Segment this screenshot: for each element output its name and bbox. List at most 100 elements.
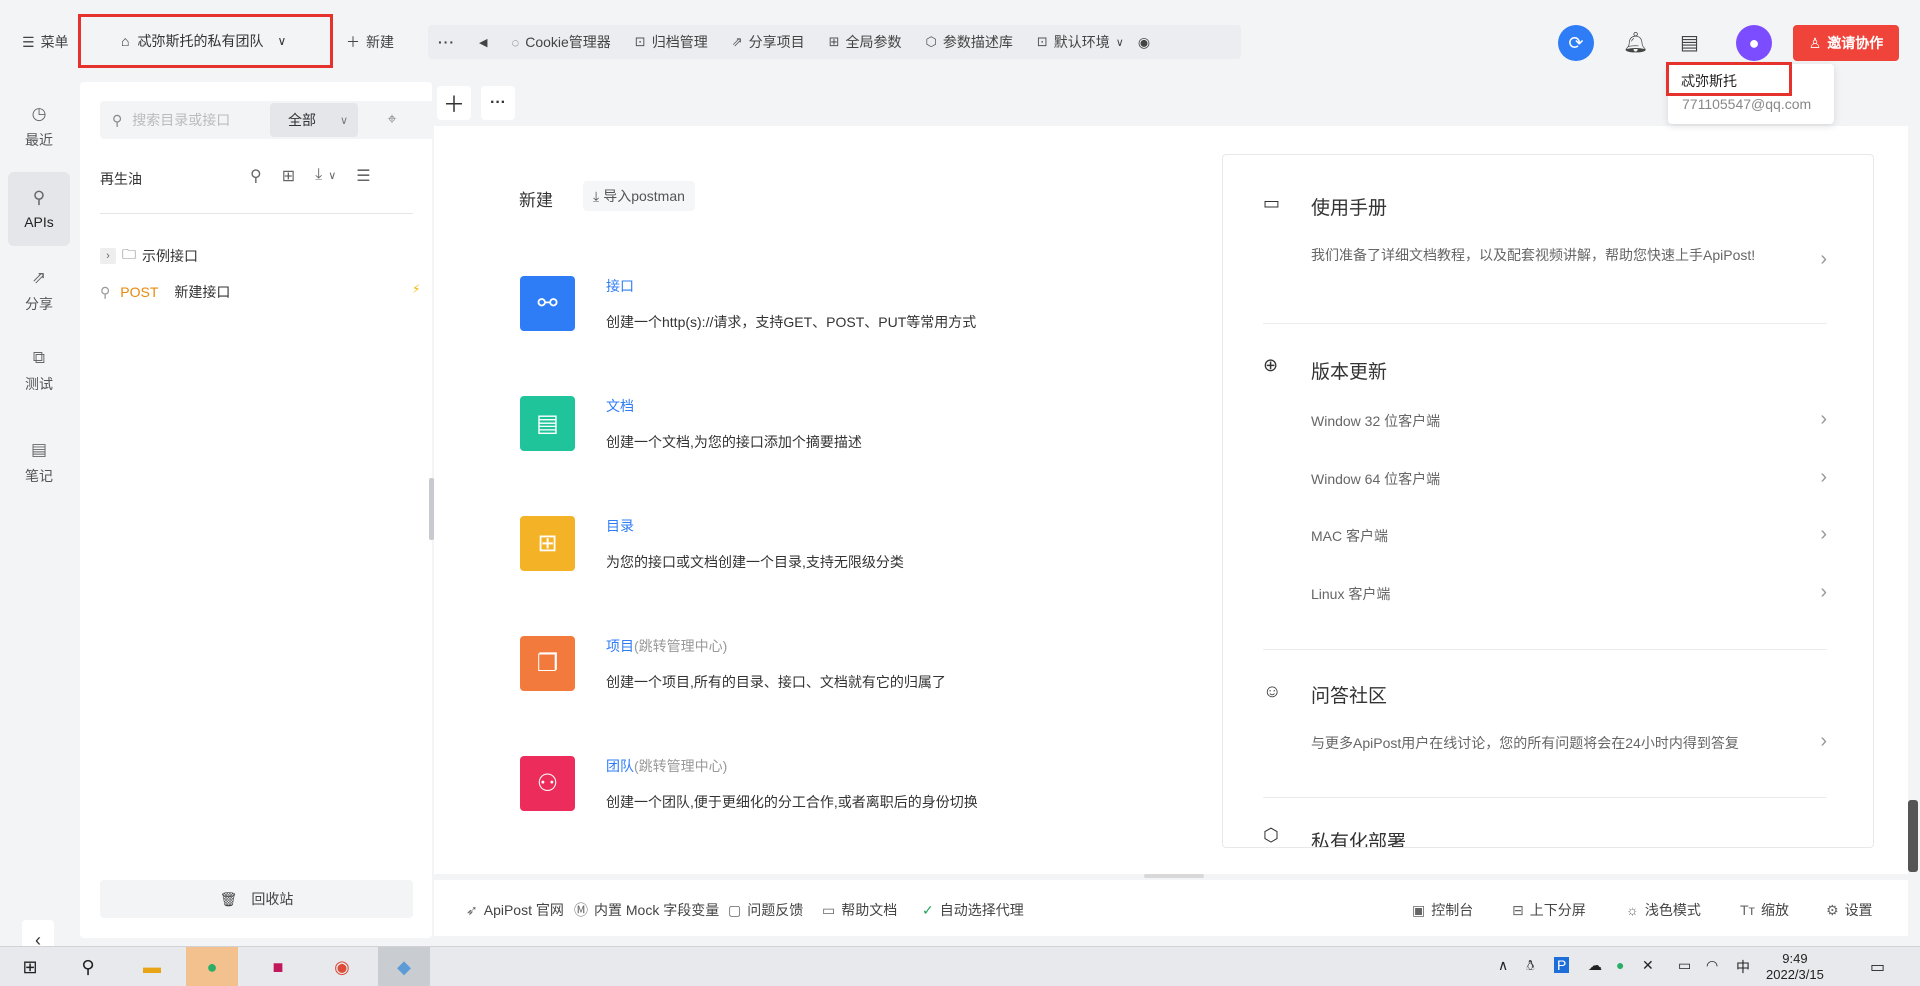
- toolbar-label: 默认环境: [1053, 34, 1110, 50]
- footer-label: 上下分屏: [1529, 902, 1586, 918]
- create-desc: 创建一个文档,为您的接口添加个摘要描述: [606, 434, 862, 450]
- footer-split[interactable]: ⊟ 上下分屏: [1512, 900, 1586, 920]
- tree-api-item[interactable]: ⚲ POST 新建接口 ⚡︎: [100, 282, 420, 302]
- toolbar-param-library[interactable]: ⬡ 参数描述库: [926, 32, 1013, 52]
- chevron-right-icon: ›: [1820, 730, 1827, 752]
- update-row[interactable]: Window 64 位客户端 ›: [1311, 467, 1827, 489]
- toolbar-share[interactable]: ⇗ 分享项目: [732, 32, 805, 52]
- notification-icon[interactable]: ▭: [1870, 957, 1885, 977]
- mute-icon[interactable]: ✕: [1642, 957, 1654, 974]
- intellij-icon[interactable]: ■: [252, 947, 304, 986]
- p-app-icon[interactable]: P: [1554, 957, 1570, 973]
- update-row[interactable]: Linux 客户端 ›: [1311, 582, 1827, 604]
- manual-row[interactable]: 我们准备了详细文档教程，以及配套视频讲解，帮助您快速上手ApiPost! ›: [1311, 247, 1827, 287]
- new-api-icon[interactable]: ⚲: [250, 166, 262, 186]
- wechat-icon[interactable]: ●: [186, 947, 238, 986]
- menu-label: 菜单: [40, 34, 69, 50]
- footer-website[interactable]: ➶ ApiPost 官网: [466, 900, 564, 920]
- chevron-right-icon[interactable]: ›: [100, 248, 116, 264]
- footer-label: 自动选择代理: [939, 902, 1024, 918]
- ime-indicator[interactable]: 中: [1736, 957, 1750, 977]
- team-selector[interactable]: ⌂ 忒弥斯托的私有团队 ∨: [78, 14, 333, 68]
- clock-date: 2022/3/15: [1766, 967, 1824, 982]
- file-explorer-icon[interactable]: ▬: [126, 947, 178, 986]
- notes-icon[interactable]: ▤: [1680, 30, 1699, 55]
- create-team-item[interactable]: ⚇ 团队(跳转管理中心) 创建一个团队,便于更细化的分工合作,或者离职后的身份切…: [520, 756, 1040, 816]
- footer-feedback[interactable]: ▢ 问题反馈: [728, 900, 803, 920]
- cloud-icon[interactable]: ☁︎: [1588, 957, 1602, 974]
- footer-console[interactable]: ▣ 控制台: [1412, 900, 1473, 920]
- scope-select[interactable]: 全部 ∨: [270, 103, 358, 137]
- cookie-icon: ◌: [511, 34, 520, 50]
- tab-more-button[interactable]: ···: [481, 86, 515, 120]
- footer-mock[interactable]: Ⓜ 内置 Mock 字段变量: [574, 900, 719, 920]
- invite-button[interactable]: ♙ 邀请协作: [1793, 25, 1899, 61]
- scrollbar[interactable]: [1908, 800, 1918, 872]
- scope-value: 全部: [288, 112, 316, 128]
- environment-select[interactable]: ⊡ 默认环境 ∨: [1037, 32, 1124, 52]
- scroll-handle[interactable]: [1144, 874, 1204, 878]
- windows-start-icon[interactable]: ⊞: [4, 947, 56, 986]
- chrome-icon[interactable]: ◉: [316, 947, 368, 986]
- menu-button[interactable]: ☰ 菜单: [22, 32, 69, 52]
- clock[interactable]: 9:49 2022/3/15: [1766, 951, 1824, 983]
- recycle-bin-button[interactable]: 🗑︎ 回收站: [100, 880, 413, 918]
- footer-help[interactable]: ▭ 帮助文档: [822, 900, 897, 920]
- update-label: Linux 客户端: [1311, 586, 1391, 602]
- battery-icon[interactable]: ▭: [1678, 957, 1691, 974]
- create-folder-item[interactable]: ⊞ 目录 为您的接口或文档创建一个目录,支持无限级分类: [520, 516, 1040, 576]
- new-folder-icon[interactable]: ⊞: [282, 166, 295, 186]
- more-icon[interactable]: ···: [438, 34, 455, 50]
- nav-test[interactable]: ⧉ 测试: [8, 334, 70, 408]
- create-api-item[interactable]: ⚯ 接口 创建一个http(s)://请求，支持GET、POST、PUT等常用方…: [520, 276, 1040, 336]
- chevron-up-icon[interactable]: ∧: [1498, 957, 1508, 974]
- search-input[interactable]: [132, 112, 263, 128]
- bell-icon[interactable]: 🔔︎: [1623, 30, 1648, 55]
- nav-recent[interactable]: ◷ 最近: [8, 90, 70, 164]
- wechat-tray-icon[interactable]: ●: [1616, 957, 1624, 973]
- community-title: 问答社区: [1311, 686, 1388, 707]
- wifi-icon[interactable]: ◠: [1706, 957, 1718, 974]
- environment-icon: ⊡: [1036, 34, 1048, 49]
- footer-theme[interactable]: ☼ 浅色模式: [1626, 900, 1701, 920]
- eye-icon[interactable]: ◉: [1138, 34, 1150, 51]
- search-icon[interactable]: ⚲: [62, 947, 114, 986]
- footer-proxy[interactable]: ✓ 自动选择代理: [922, 900, 1024, 920]
- toolbar-cookie[interactable]: ◌ Cookie管理器: [511, 32, 610, 52]
- sort-icon[interactable]: ☰: [356, 166, 370, 186]
- sync-icon[interactable]: ⟳: [1558, 25, 1594, 61]
- update-row[interactable]: MAC 客户端 ›: [1311, 523, 1827, 546]
- add-tab-button[interactable]: ＋: [437, 86, 471, 120]
- tree-folder[interactable]: › 🗀︎ 示例接口: [100, 244, 198, 268]
- new-button[interactable]: ＋ 新建: [346, 32, 394, 52]
- import-icon[interactable]: ⤓ ∨: [315, 166, 336, 186]
- import-postman-button[interactable]: ⤓ 导入postman: [583, 181, 695, 211]
- qq-icon[interactable]: 🐧︎: [1526, 957, 1535, 976]
- user-name[interactable]: 忒弥斯托: [1666, 62, 1792, 96]
- nav-share[interactable]: ⇗ 分享: [8, 254, 70, 328]
- nav-notes[interactable]: ▤ 笔记: [8, 426, 70, 500]
- check-circle-icon: ✓: [922, 901, 934, 918]
- chevron-down-icon: ∨: [328, 170, 337, 182]
- clock-icon: ◷: [31, 104, 47, 123]
- search-icon: ⚲: [112, 111, 123, 128]
- chevron-right-icon: ›: [1820, 523, 1827, 545]
- community-row[interactable]: 与更多ApiPost用户在线讨论，您的所有问题将会在24小时内得到答复 ›: [1311, 730, 1827, 753]
- footer-settings[interactable]: ⚙ 设置: [1826, 900, 1873, 920]
- folder-icon: 🗀︎: [122, 246, 136, 262]
- locate-icon[interactable]: ⌖: [373, 101, 411, 139]
- nav-apis[interactable]: ⚲ APIs: [8, 172, 70, 246]
- create-project-item[interactable]: ❐ 项目(跳转管理中心) 创建一个项目,所有的目录、接口、文档就有它的归属了: [520, 636, 1040, 696]
- collapse-left-icon[interactable]: ◀: [479, 36, 487, 49]
- lightning-icon: ⚡︎: [412, 282, 421, 296]
- footer-label: 缩放: [1760, 902, 1789, 918]
- toolbar-archive[interactable]: ⊡ 归档管理: [635, 32, 708, 52]
- chevron-down-icon: ∨: [277, 34, 287, 48]
- update-label: Window 32 位客户端: [1311, 413, 1441, 429]
- create-doc-item[interactable]: ▤ 文档 创建一个文档,为您的接口添加个摘要描述: [520, 396, 1040, 456]
- toolbar-global-params[interactable]: ⊞ 全局参数: [829, 32, 902, 52]
- avatar[interactable]: ●: [1736, 25, 1772, 61]
- apipost-icon[interactable]: ◆: [378, 947, 430, 986]
- update-row[interactable]: Window 32 位客户端 ›: [1311, 409, 1827, 431]
- footer-zoom[interactable]: Tт 缩放: [1740, 900, 1789, 920]
